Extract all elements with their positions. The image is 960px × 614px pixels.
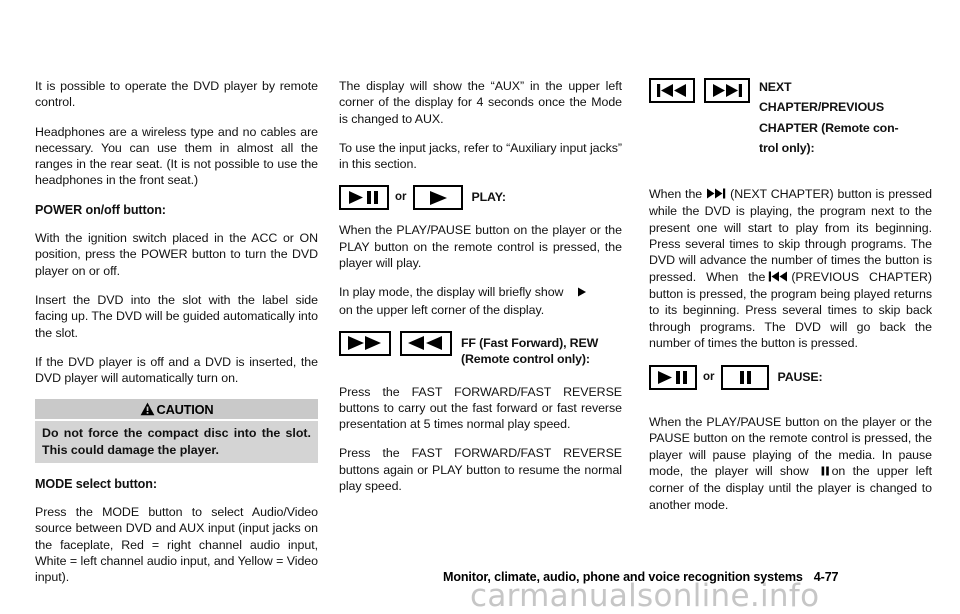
chapter-caption-line3: CHAPTER (Remote con-: [759, 120, 899, 135]
chapter-caption: NEXT CHAPTER/PREVIOUS CHAPTER (Remote co…: [759, 78, 899, 156]
play-button-row: or PLAY:: [339, 185, 622, 211]
previous-chapter-icon: [768, 270, 788, 286]
play-icon: [577, 285, 587, 301]
paragraph: It is possible to operate the DVD player…: [35, 79, 318, 110]
footer-section-title: Monitor, climate, audio, phone and voice…: [443, 570, 803, 584]
play-caption: PLAY:: [471, 190, 507, 205]
caution-label: CAUTION: [156, 401, 214, 417]
paragraph: Press the MODE button to select Audio/Vi…: [35, 505, 318, 585]
warning-triangle-icon: [140, 402, 155, 416]
paragraph-with-inline-icon: In play mode, the display will briefly s…: [339, 284, 622, 318]
paragraph: To use the input jacks, refer to “Auxili…: [339, 140, 622, 172]
pause-button-icon: [720, 365, 769, 391]
pause-icon: [821, 464, 830, 480]
ff-rew-caption: FF (Fast Forward), REW (Remote control o…: [461, 331, 598, 368]
paragraph: Insert the DVD into the slot with the la…: [35, 292, 319, 340]
next-chapter-button-icon: [704, 78, 750, 103]
or-label: or: [395, 191, 407, 204]
page-number: 4-77: [813, 570, 839, 584]
paragraph: Press the FAST FORWARD/FAST REVERSE butt…: [339, 384, 622, 432]
pause-caption: PAUSE:: [777, 370, 823, 385]
middle-column: The display will show the “AUX” in the u…: [339, 78, 622, 507]
paragraph: With the ignition switch placed in the A…: [35, 231, 318, 278]
play-button-icon: [412, 185, 463, 211]
chapter-caption-line4: trol only):: [759, 140, 815, 155]
next-chapter-icon: [706, 187, 726, 203]
left-column: It is possible to operate the DVD player…: [35, 78, 318, 599]
paragraph: The display will show the “AUX” in the u…: [339, 79, 622, 126]
rewind-button-icon: [400, 330, 452, 356]
caution-text: Do not force the compact disc into the s…: [42, 426, 311, 457]
heading-mode-button: MODE select button:: [35, 476, 157, 491]
chapter-caption-line2: CHAPTER/PREVIOUS: [759, 100, 884, 115]
paragraph-text: on the upper left corner of the display.: [339, 302, 545, 317]
caution-header: CAUTION: [35, 399, 318, 420]
chapter-button-row: NEXT CHAPTER/PREVIOUS CHAPTER (Remote co…: [649, 78, 932, 156]
play-pause-button-icon: [339, 185, 389, 211]
chapter-caption-line1: NEXT: [759, 80, 792, 94]
caution-body: Do not force the compact disc into the s…: [35, 421, 318, 463]
play-pause-button-icon: [649, 365, 697, 391]
caution-box: CAUTION Do not force the compact disc in…: [35, 399, 318, 463]
paragraph: Press the FAST FORWARD/FAST REVERSE butt…: [339, 446, 622, 494]
right-column: NEXT CHAPTER/PREVIOUS CHAPTER (Remote co…: [649, 78, 932, 526]
or-label: or: [703, 371, 715, 384]
previous-chapter-button-icon: [649, 78, 695, 103]
paragraph-with-inline-icon: When the PLAY/PAUSE button on the player…: [649, 414, 932, 513]
paragraph: When the PLAY/PAUSE button on the player…: [339, 223, 622, 271]
fast-forward-button-icon: [339, 330, 391, 356]
paragraph-text: In play mode, the display will briefly s…: [339, 285, 564, 300]
pause-button-row: or PAUSE:: [649, 365, 932, 391]
paragraph-text: When the: [649, 187, 703, 202]
page-footer: Monitor, climate, audio, phone and voice…: [443, 570, 839, 584]
manual-page: It is possible to operate the DVD player…: [0, 0, 960, 614]
ff-rew-caption-line1: FF (Fast Forward), REW: [461, 335, 599, 350]
ff-rew-caption-line2: (Remote control only):: [461, 352, 590, 367]
paragraph: If the DVD player is off and a DVD is in…: [35, 354, 318, 386]
heading-power-button: POWER on/off button:: [35, 202, 166, 217]
paragraph-with-inline-icons: When the (NEXT CHAPTER) button is pressed…: [649, 186, 932, 351]
ff-rew-button-row: FF (Fast Forward), REW (Remote control o…: [339, 330, 622, 368]
paragraph: Headphones are a wireless type and no ca…: [35, 124, 318, 188]
